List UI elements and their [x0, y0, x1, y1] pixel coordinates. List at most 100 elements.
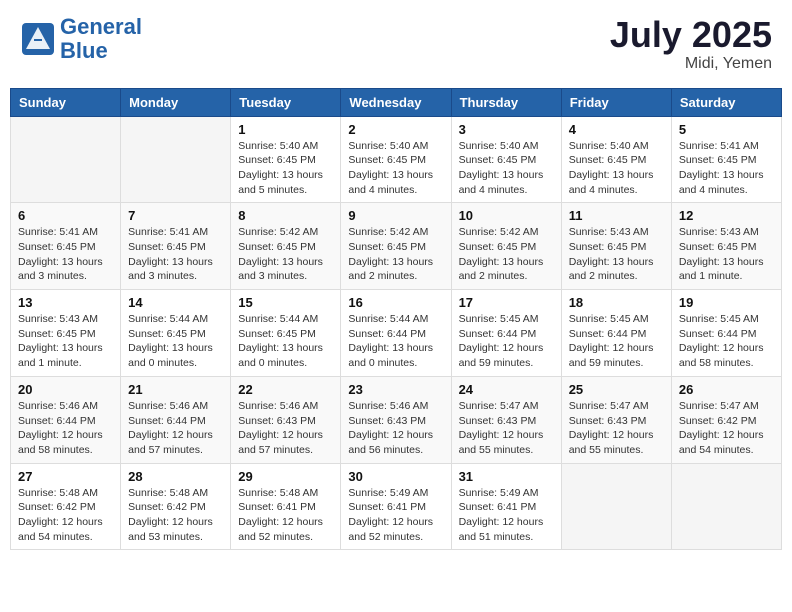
- calendar-cell: 4 Sunrise: 5:40 AMSunset: 6:45 PMDaylight…: [561, 116, 671, 203]
- location: Midi, Yemen: [610, 55, 772, 73]
- day-number: 5: [679, 122, 774, 137]
- day-number: 3: [459, 122, 554, 137]
- calendar-cell: 23Sunrise: 5:46 AMSunset: 6:43 PMDayligh…: [341, 376, 451, 463]
- logo: GeneralBlue: [20, 15, 142, 63]
- calendar-cell: 1Sunrise: 5:40 AMSunset: 6:45 PMDaylight…: [231, 116, 341, 203]
- day-number: 25: [569, 382, 664, 397]
- day-info: Sunrise: 5:42 AMSunset: 6:45 PMDaylight:…: [348, 225, 443, 284]
- page-header: GeneralBlue July 2025 Midi, Yemen: [10, 10, 782, 78]
- calendar-cell: 31 Sunrise: 5:49 AMSunset: 6:41 PMDayligh…: [451, 463, 561, 550]
- day-info: Sunrise: 5:40 AMSunset: 6:45 PMDaylight:…: [569, 139, 664, 198]
- calendar-cell: [11, 116, 121, 203]
- day-number: 18: [569, 295, 664, 310]
- calendar-cell: 3 Sunrise: 5:40 AMSunset: 6:45 PMDaylight…: [451, 116, 561, 203]
- day-info: Sunrise: 5:43 AMSunset: 6:45 PMDaylight:…: [569, 225, 664, 284]
- calendar-cell: 7 Sunrise: 5:41 AMSunset: 6:45 PMDaylight…: [121, 203, 231, 290]
- day-number: 7: [128, 208, 223, 223]
- weekday-wednesday: Wednesday: [341, 88, 451, 116]
- day-info: Sunrise: 5:43 AMSunset: 6:45 PMDaylight:…: [18, 312, 113, 371]
- day-number: 19: [679, 295, 774, 310]
- day-number: 27: [18, 469, 113, 484]
- week-row-4: 20 Sunrise: 5:46 AMSunset: 6:44 PMDayligh…: [11, 376, 782, 463]
- day-number: 20: [18, 382, 113, 397]
- week-row-1: 1 Sunrise: 5:40 AMSunset: 6:45 PMDaylight…: [11, 116, 782, 203]
- day-info: Sunrise: 5:41 AMSunset: 6:45 PMDaylight:…: [679, 139, 774, 198]
- weekday-monday: Monday: [121, 88, 231, 116]
- day-info: Sunrise: 5:48 AMSunset: 6:42 PMDaylight:…: [128, 486, 223, 545]
- weekday-thursday: Thursday: [451, 88, 561, 116]
- day-info: Sunrise: 5:46 AMSunset: 6:43 PMDaylight:…: [348, 399, 443, 458]
- calendar-cell: 5 Sunrise: 5:41 AMSunset: 6:45 PMDaylight…: [671, 116, 781, 203]
- calendar-cell: 16Sunrise: 5:44 AMSunset: 6:44 PMDayligh…: [341, 290, 451, 377]
- day-info: Sunrise: 5:44 AMSunset: 6:45 PMDaylight:…: [238, 312, 333, 371]
- calendar-cell: 28 Sunrise: 5:48 AMSunset: 6:42 PMDayligh…: [121, 463, 231, 550]
- day-number: 4: [569, 122, 664, 137]
- calendar-table: SundayMondayTuesdayWednesdayThursdayFrid…: [10, 88, 782, 551]
- day-info: Sunrise: 5:46 AMSunset: 6:44 PMDaylight:…: [128, 399, 223, 458]
- weekday-saturday: Saturday: [671, 88, 781, 116]
- day-number: 12: [679, 208, 774, 223]
- day-info: Sunrise: 5:45 AMSunset: 6:44 PMDaylight:…: [459, 312, 554, 371]
- day-number: 17: [459, 295, 554, 310]
- day-info: Sunrise: 5:44 AMSunset: 6:45 PMDaylight:…: [128, 312, 223, 371]
- calendar-cell: 21 Sunrise: 5:46 AMSunset: 6:44 PMDayligh…: [121, 376, 231, 463]
- calendar-cell: 18 Sunrise: 5:45 AMSunset: 6:44 PMDayligh…: [561, 290, 671, 377]
- day-info: Sunrise: 5:45 AMSunset: 6:44 PMDaylight:…: [569, 312, 664, 371]
- day-number: 8: [238, 208, 333, 223]
- calendar-cell: 12 Sunrise: 5:43 AMSunset: 6:45 PMDayligh…: [671, 203, 781, 290]
- logo-icon: [20, 21, 56, 57]
- day-info: Sunrise: 5:42 AMSunset: 6:45 PMDaylight:…: [238, 225, 333, 284]
- day-number: 2: [348, 122, 443, 137]
- day-info: Sunrise: 5:41 AMSunset: 6:45 PMDaylight:…: [128, 225, 223, 284]
- weekday-tuesday: Tuesday: [231, 88, 341, 116]
- calendar-cell: 10 Sunrise: 5:42 AMSunset: 6:45 PMDayligh…: [451, 203, 561, 290]
- day-number: 16: [348, 295, 443, 310]
- month-title: July 2025: [610, 15, 772, 55]
- calendar-cell: [671, 463, 781, 550]
- day-info: Sunrise: 5:40 AMSunset: 6:45 PMDaylight:…: [459, 139, 554, 198]
- calendar-cell: 8 Sunrise: 5:42 AMSunset: 6:45 PMDaylight…: [231, 203, 341, 290]
- day-number: 31: [459, 469, 554, 484]
- day-number: 14: [128, 295, 223, 310]
- day-number: 13: [18, 295, 113, 310]
- day-number: 26: [679, 382, 774, 397]
- day-info: Sunrise: 5:42 AMSunset: 6:45 PMDaylight:…: [459, 225, 554, 284]
- calendar-cell: 29 Sunrise: 5:48 AMSunset: 6:41 PMDayligh…: [231, 463, 341, 550]
- day-info: Sunrise: 5:46 AMSunset: 6:44 PMDaylight:…: [18, 399, 113, 458]
- day-number: 29: [238, 469, 333, 484]
- week-row-2: 6 Sunrise: 5:41 AMSunset: 6:45 PMDaylight…: [11, 203, 782, 290]
- day-info: Sunrise: 5:43 AMSunset: 6:45 PMDaylight:…: [679, 225, 774, 284]
- title-block: July 2025 Midi, Yemen: [610, 15, 772, 73]
- day-info: Sunrise: 5:46 AMSunset: 6:43 PMDaylight:…: [238, 399, 333, 458]
- day-info: Sunrise: 5:49 AMSunset: 6:41 PMDaylight:…: [459, 486, 554, 545]
- weekday-sunday: Sunday: [11, 88, 121, 116]
- calendar-cell: 22Sunrise: 5:46 AMSunset: 6:43 PMDayligh…: [231, 376, 341, 463]
- day-info: Sunrise: 5:47 AMSunset: 6:43 PMDaylight:…: [569, 399, 664, 458]
- day-number: 28: [128, 469, 223, 484]
- day-info: Sunrise: 5:40 AMSunset: 6:45 PMDaylight:…: [348, 139, 443, 198]
- day-number: 1: [238, 122, 333, 137]
- weekday-friday: Friday: [561, 88, 671, 116]
- calendar-body: 1 Sunrise: 5:40 AMSunset: 6:45 PMDaylight…: [11, 116, 782, 550]
- week-row-5: 27 Sunrise: 5:48 AMSunset: 6:42 PMDayligh…: [11, 463, 782, 550]
- calendar-cell: 27 Sunrise: 5:48 AMSunset: 6:42 PMDayligh…: [11, 463, 121, 550]
- day-number: 15: [238, 295, 333, 310]
- day-number: 10: [459, 208, 554, 223]
- day-info: Sunrise: 5:48 AMSunset: 6:41 PMDaylight:…: [238, 486, 333, 545]
- day-number: 11: [569, 208, 664, 223]
- day-info: Sunrise: 5:45 AMSunset: 6:44 PMDaylight:…: [679, 312, 774, 371]
- calendar-cell: 20 Sunrise: 5:46 AMSunset: 6:44 PMDayligh…: [11, 376, 121, 463]
- calendar-cell: 2 Sunrise: 5:40 AMSunset: 6:45 PMDaylight…: [341, 116, 451, 203]
- calendar-cell: 13 Sunrise: 5:43 AMSunset: 6:45 PMDayligh…: [11, 290, 121, 377]
- day-info: Sunrise: 5:48 AMSunset: 6:42 PMDaylight:…: [18, 486, 113, 545]
- calendar-cell: 14 Sunrise: 5:44 AMSunset: 6:45 PMDayligh…: [121, 290, 231, 377]
- calendar-cell: 26Sunrise: 5:47 AMSunset: 6:42 PMDayligh…: [671, 376, 781, 463]
- weekday-header-row: SundayMondayTuesdayWednesdayThursdayFrid…: [11, 88, 782, 116]
- calendar-cell: 24Sunrise: 5:47 AMSunset: 6:43 PMDayligh…: [451, 376, 561, 463]
- day-number: 6: [18, 208, 113, 223]
- calendar-cell: 11 Sunrise: 5:43 AMSunset: 6:45 PMDayligh…: [561, 203, 671, 290]
- day-info: Sunrise: 5:49 AMSunset: 6:41 PMDaylight:…: [348, 486, 443, 545]
- calendar-cell: 6Sunrise: 5:41 AMSunset: 6:45 PMDaylight…: [11, 203, 121, 290]
- day-number: 21: [128, 382, 223, 397]
- calendar-cell: 25 Sunrise: 5:47 AMSunset: 6:43 PMDayligh…: [561, 376, 671, 463]
